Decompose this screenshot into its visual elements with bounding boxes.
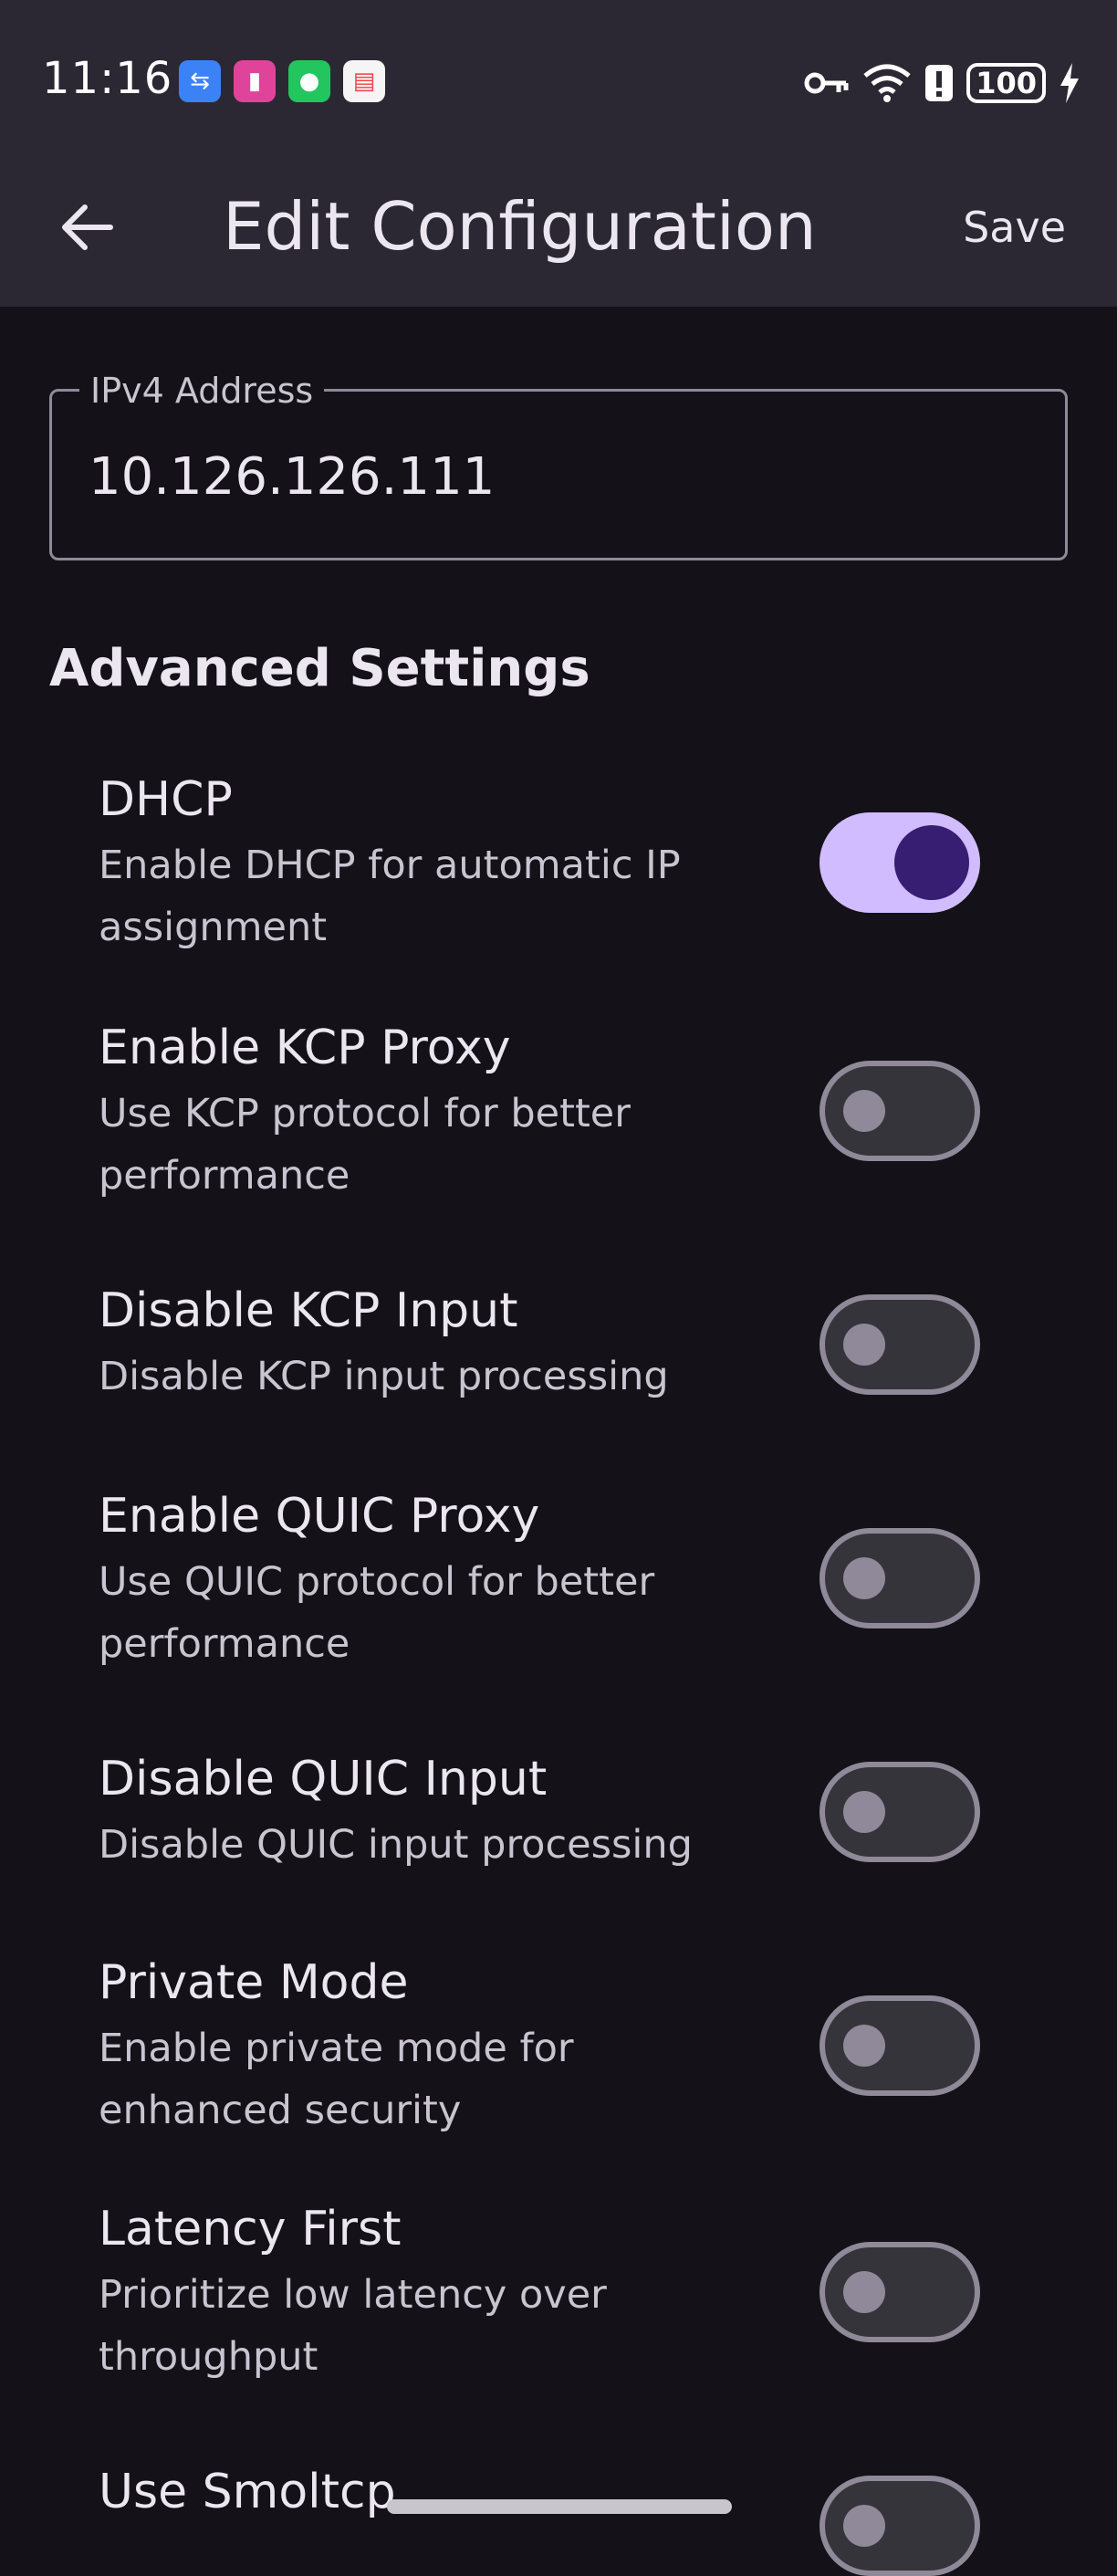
setting-description: Disable QUIC input processing — [99, 1822, 693, 1868]
private-mode-toggle[interactable] — [819, 1995, 980, 2096]
dhcp-toggle[interactable] — [819, 812, 980, 913]
toggle-knob — [843, 1090, 885, 1132]
home-indicator[interactable] — [387, 2499, 732, 2514]
toggle-knob — [843, 2505, 885, 2547]
bolt-icon — [1060, 63, 1079, 103]
setting-title: Enable QUIC Proxy — [99, 1489, 540, 1544]
page-title: Edit Configuration — [223, 188, 817, 265]
disable-quic-input-toggle[interactable] — [819, 1762, 980, 1862]
latency-first-toggle[interactable] — [819, 2242, 980, 2342]
setting-description: Use QUIC protocol for better performance — [99, 1559, 655, 1667]
toggle-knob — [843, 1324, 885, 1366]
status-indicators: 100 — [804, 60, 1080, 106]
use-smoltcp-toggle[interactable] — [819, 2476, 980, 2576]
setting-description: Prioritize low latency over throughput — [99, 2272, 607, 2380]
setting-description: Enable DHCP for automatic IP assignment — [99, 843, 681, 950]
wifi-icon — [863, 64, 911, 102]
toggle-knob — [843, 2271, 885, 2313]
arrow-back-icon — [62, 204, 113, 250]
toggle-knob — [843, 1791, 885, 1833]
toggle-knob — [843, 1557, 885, 1599]
usb-icon: ⇆ — [179, 60, 221, 102]
app-bar: Edit Configuration Save — [0, 162, 1117, 307]
status-time: 11:16 — [42, 53, 173, 104]
status-bar: 11:16 ⇆ ▮ ● ▤ 100 — [0, 0, 1117, 162]
setting-title: Private Mode — [99, 1955, 409, 2010]
setting-title: Latency First — [99, 2202, 402, 2257]
enable-quic-proxy-toggle[interactable] — [819, 1528, 980, 1628]
disable-kcp-input-toggle[interactable] — [819, 1294, 980, 1395]
toggle-knob — [843, 2025, 885, 2067]
advanced-settings-title: Advanced Settings — [49, 639, 590, 698]
notification-icons: ⇆ ▮ ● ▤ — [179, 60, 385, 102]
toggle-knob — [894, 825, 969, 900]
battery-indicator: 100 — [966, 63, 1046, 103]
setting-description: Use KCP protocol for better performance — [99, 1091, 631, 1199]
enable-kcp-proxy-toggle[interactable] — [819, 1061, 980, 1161]
setting-description: Disable KCP input processing — [99, 1354, 669, 1399]
wechat-icon: ● — [288, 60, 330, 102]
setting-description: Enable private mode for enhanced securit… — [99, 2026, 574, 2133]
ipv4-address-value[interactable]: 10.126.126.111 — [89, 441, 495, 514]
setting-title: DHCP — [99, 772, 233, 827]
save-button[interactable]: Save — [963, 197, 1066, 257]
ipv4-address-field[interactable]: IPv4 Address 10.126.126.111 — [49, 370, 1068, 560]
back-button[interactable] — [47, 188, 126, 267]
ipv4-address-label: IPv4 Address — [79, 370, 325, 412]
setting-title: Enable KCP Proxy — [99, 1021, 511, 1075]
key-icon — [804, 72, 849, 94]
app-shortcut-icon: ▮ — [234, 60, 276, 102]
calendar-app-icon: ▤ — [343, 60, 385, 102]
alert-icon — [925, 65, 954, 101]
